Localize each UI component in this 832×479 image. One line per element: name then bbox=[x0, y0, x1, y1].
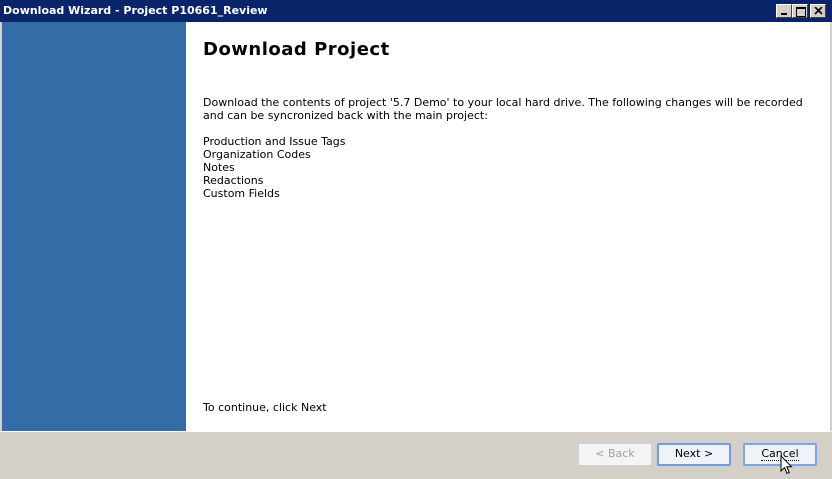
page-title: Download Project bbox=[203, 39, 390, 60]
download-wizard-window: Download Wizard - Project P10661_Review … bbox=[0, 0, 832, 479]
continue-instruction: To continue, click Next bbox=[203, 401, 327, 414]
list-item: Notes bbox=[203, 161, 235, 174]
wizard-content-panel: Download Project Download the contents o… bbox=[186, 22, 830, 431]
minimize-button[interactable] bbox=[776, 4, 792, 18]
list-item: Custom Fields bbox=[203, 187, 280, 200]
wizard-sidebar-banner bbox=[2, 22, 186, 431]
list-item: Production and Issue Tags bbox=[203, 135, 346, 148]
next-button[interactable]: Next > bbox=[657, 443, 731, 466]
mouse-pointer-icon bbox=[780, 455, 793, 475]
back-button[interactable]: < Back bbox=[578, 443, 652, 466]
changes-list: Production and Issue Tags Organization C… bbox=[203, 135, 346, 200]
close-icon bbox=[814, 7, 823, 15]
window-title: Download Wizard - Project P10661_Review bbox=[3, 4, 268, 17]
close-button[interactable] bbox=[810, 4, 826, 18]
maximize-button[interactable] bbox=[792, 4, 808, 18]
list-item: Organization Codes bbox=[203, 148, 311, 161]
list-item: Redactions bbox=[203, 174, 264, 187]
description-text: Download the contents of project '5.7 De… bbox=[203, 96, 803, 122]
title-bar[interactable]: Download Wizard - Project P10661_Review bbox=[0, 0, 832, 22]
